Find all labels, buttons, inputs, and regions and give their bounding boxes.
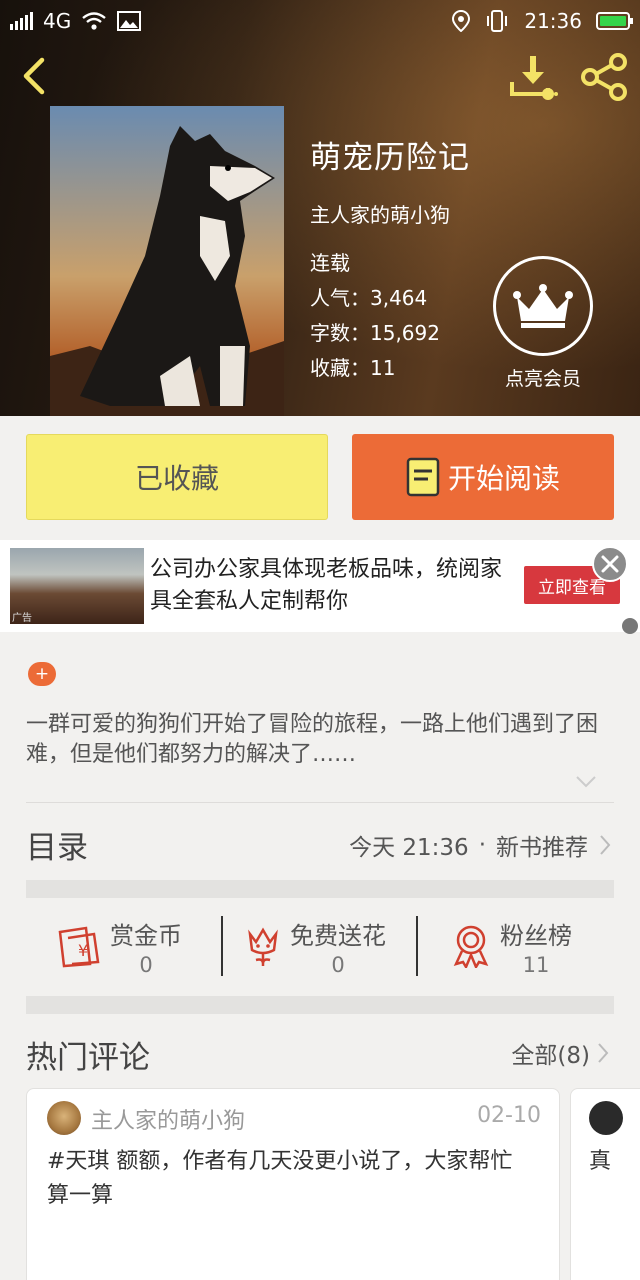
divider — [221, 916, 223, 976]
book-icon — [406, 457, 440, 497]
book-word-count: 字数：15,692 — [310, 321, 440, 345]
reward-coin-count: 0 — [139, 952, 153, 977]
ad-close-icon[interactable] — [592, 546, 628, 582]
hot-comments-header: 热门评论 全部(8) — [0, 1014, 640, 1088]
book-description: + 一群可爱的狗狗们开始了冒险的旅程，一路上他们遇到了困难，但是他们都努力的解决… — [0, 632, 640, 800]
back-arrow-icon[interactable] — [14, 54, 58, 98]
ad-text[interactable]: 公司办公家具体现老板品味，统阅家具全套私人定制帮你 — [150, 554, 510, 618]
comment-text[interactable]: #天琪 额额，作者有几天没更小说了，大家帮忙算一算 — [47, 1145, 527, 1213]
comment-card[interactable]: 主人家的萌小狗 02-10 #天琪 额额，作者有几天没更小说了，大家帮忙算一算 — [26, 1088, 560, 1280]
action-buttons: 已收藏 开始阅读 — [0, 416, 640, 538]
crown-icon — [513, 284, 573, 328]
fan-ranking-count: 11 — [522, 952, 550, 977]
ad-tag: 广告 — [12, 613, 32, 624]
clock: 21:36 — [524, 9, 582, 33]
catalog-title: 目录 — [26, 830, 88, 866]
chevron-down-icon[interactable] — [574, 774, 598, 790]
book-status: 连载 — [310, 251, 350, 275]
section-separator — [26, 996, 614, 1014]
vip-button[interactable] — [493, 256, 593, 356]
comment-username[interactable]: 主人家的萌小狗 — [91, 1103, 245, 1135]
vip-label[interactable]: 点亮会员 — [480, 364, 606, 391]
battery-icon — [596, 12, 633, 30]
chevron-right-icon — [598, 1043, 609, 1063]
medal-icon — [453, 925, 489, 968]
reward-coin-stat[interactable]: ¥ 赏金币 0 — [56, 914, 182, 978]
comment-card[interactable]: 真 — [570, 1088, 640, 1280]
catalog-info[interactable]: 今天 21:36 · 新书推荐 — [349, 828, 612, 862]
svg-text:¥: ¥ — [78, 941, 88, 960]
wifi-icon — [82, 12, 106, 30]
catalog-update-time: 今天 21:36 — [349, 835, 469, 861]
avatar[interactable] — [589, 1101, 623, 1135]
avatar[interactable] — [47, 1101, 81, 1135]
dog-illustration — [50, 126, 284, 416]
book-author[interactable]: 主人家的萌小狗 — [310, 199, 470, 228]
add-tag-button[interactable]: + — [28, 662, 56, 686]
separator-dot: · — [478, 832, 486, 858]
stats-row: ¥ 赏金币 0 免费送花 0 粉丝榜 11 — [0, 900, 640, 994]
fan-ranking-stat[interactable]: 粉丝榜 11 — [450, 914, 572, 978]
book-meta: 连载 人气：3,464 字数：15,692 收藏：11 — [310, 246, 470, 386]
location-icon — [452, 10, 471, 32]
description-text[interactable]: 一群可爱的狗狗们开始了冒险的旅程，一路上他们遇到了困难，但是他们都努力的解决了…… — [26, 710, 616, 770]
free-flower-stat[interactable]: 免费送花 0 — [244, 914, 386, 978]
catalog-row[interactable]: 目录 今天 21:36 · 新书推荐 — [0, 804, 640, 878]
all-comments-link[interactable]: 全部(8) — [511, 1036, 610, 1070]
comment-date: 02-10 — [477, 1103, 541, 1128]
all-comments-label: 全部(8) — [511, 1043, 590, 1069]
book-popularity: 人气：3,464 — [310, 286, 428, 310]
book-favorites-count: 收藏：11 — [310, 356, 396, 380]
fan-ranking-label: 粉丝榜 — [500, 921, 572, 950]
share-icon[interactable] — [578, 52, 630, 102]
section-separator — [26, 880, 614, 898]
image-icon — [117, 11, 142, 31]
comment-text[interactable]: 真 — [589, 1145, 611, 1179]
favorited-button[interactable]: 已收藏 — [26, 434, 328, 520]
book-info: 萌宠历险记 主人家的萌小狗 连载 人气：3,464 字数：15,692 收藏：1… — [310, 132, 470, 386]
free-flower-count: 0 — [331, 952, 345, 977]
ad-info-icon[interactable] — [622, 618, 638, 634]
book-cover-image[interactable] — [50, 106, 284, 416]
network-type: 4G — [43, 9, 72, 33]
signal-icon — [10, 12, 33, 30]
new-book-recommend[interactable]: 新书推荐 — [496, 828, 588, 862]
free-flower-label: 免费送花 — [290, 921, 386, 950]
ad-image[interactable]: 广告 — [10, 548, 144, 624]
chevron-right-icon — [600, 835, 611, 855]
divider — [26, 802, 614, 803]
flower-icon — [248, 927, 278, 966]
hot-comments-title: 热门评论 — [26, 1040, 150, 1076]
start-reading-button[interactable]: 开始阅读 — [352, 434, 614, 520]
reward-coin-icon: ¥ — [58, 926, 100, 968]
start-reading-label: 开始阅读 — [447, 462, 560, 495]
status-bar: 4G 21:36 — [0, 0, 640, 42]
download-icon[interactable] — [508, 54, 558, 102]
divider — [416, 916, 418, 976]
vibrate-icon — [487, 10, 508, 32]
reward-coin-label: 赏金币 — [110, 921, 182, 950]
ad-banner[interactable]: 广告 公司办公家具体现老板品味，统阅家具全套私人定制帮你 立即查看 — [0, 540, 640, 632]
book-title: 萌宠历险记 — [310, 140, 470, 176]
